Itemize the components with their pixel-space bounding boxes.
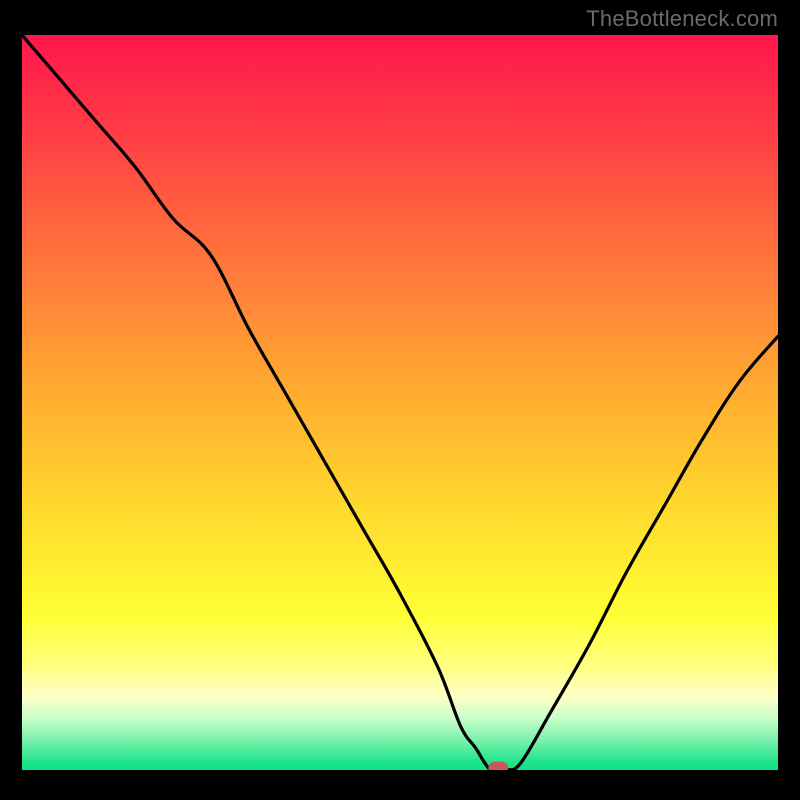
- plot-area: [22, 35, 778, 770]
- bottleneck-curve: [22, 35, 778, 770]
- attribution-label: TheBottleneck.com: [586, 6, 778, 32]
- curve-path: [22, 35, 778, 770]
- minimum-marker: [489, 762, 508, 770]
- chart-frame: TheBottleneck.com: [0, 0, 800, 800]
